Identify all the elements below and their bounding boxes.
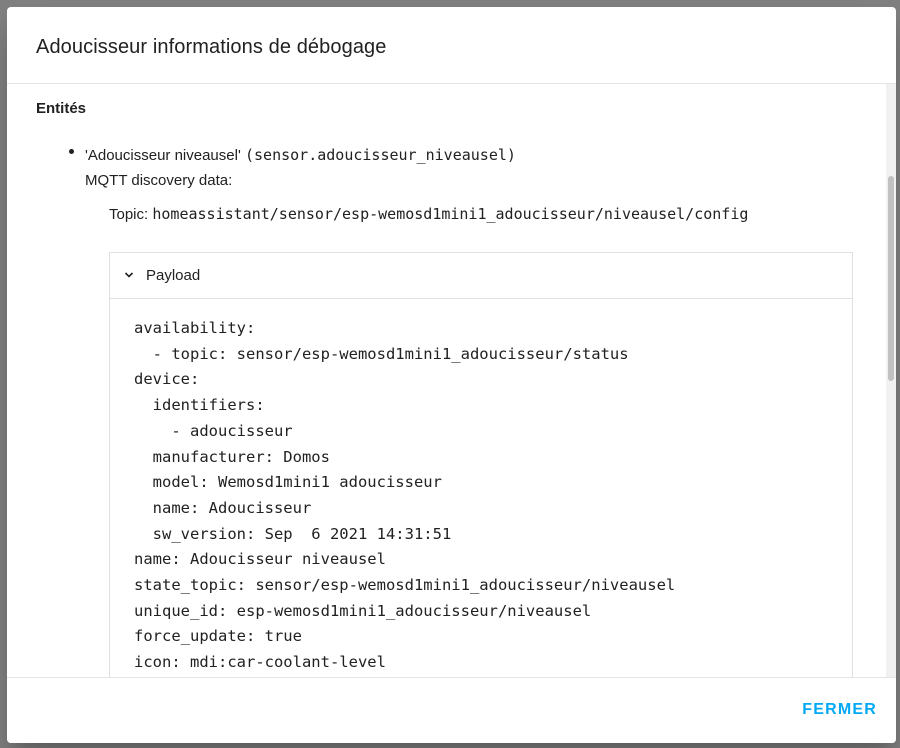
scrollbar[interactable] bbox=[886, 84, 896, 677]
list-bullet bbox=[69, 149, 74, 154]
payload-line: state_topic: sensor/esp-wemosd1mini1_ado… bbox=[134, 576, 676, 595]
scrollbar-thumb[interactable] bbox=[888, 176, 894, 381]
payload-yaml: availability: - topic: sensor/esp-wemosd… bbox=[134, 316, 675, 677]
payload-line: name: Adoucisseur bbox=[134, 498, 312, 517]
payload-line: manufacturer: Domos bbox=[134, 447, 330, 466]
chevron-down-icon bbox=[124, 272, 134, 278]
payload-line: unique_id: esp-wemosd1mini1_adoucisseur/… bbox=[134, 601, 592, 620]
entity-id: (sensor.adoucisseur_niveausel) bbox=[245, 146, 516, 164]
mqtt-discovery-label: MQTT discovery data: bbox=[85, 172, 233, 189]
topic-label: Topic: bbox=[109, 206, 149, 223]
payload-line: device: bbox=[134, 370, 200, 389]
payload-toggle[interactable]: Payload bbox=[110, 253, 852, 299]
entity-name: 'Adoucisseur niveausel' bbox=[85, 147, 241, 164]
payload-line: availability: bbox=[134, 319, 256, 337]
debug-info-dialog: Adoucisseur informations de débogage Ent… bbox=[7, 7, 896, 743]
payload-line: force_update: true bbox=[134, 627, 302, 646]
payload-line: icon: mdi:car-coolant-level bbox=[134, 653, 386, 672]
entity-list-item: 'Adoucisseur niveausel' (sensor.adouciss… bbox=[85, 146, 516, 164]
payload-label: Payload bbox=[146, 267, 201, 284]
entities-section-title: Entités bbox=[36, 100, 87, 117]
payload-line: identifiers: bbox=[134, 396, 265, 415]
payload-line: - topic: sensor/esp-wemosd1mini1_adoucis… bbox=[134, 344, 629, 363]
topic-value: homeassistant/sensor/esp-wemosd1mini1_ad… bbox=[152, 205, 749, 223]
close-button[interactable]: FERMER bbox=[802, 697, 877, 723]
dialog-content[interactable]: Entités 'Adoucisseur niveausel' (sensor.… bbox=[7, 84, 886, 677]
payload-line: - adoucisseur bbox=[134, 421, 293, 440]
dialog-footer: FERMER bbox=[7, 677, 896, 743]
dialog-header: Adoucisseur informations de débogage bbox=[7, 7, 896, 84]
payload-line: name: Adoucisseur niveausel bbox=[134, 550, 386, 569]
payload-line: sw_version: Sep 6 2021 14:31:51 bbox=[134, 524, 452, 543]
payload-line: model: Wemosd1mini1 adoucisseur bbox=[134, 473, 442, 492]
topic-line: Topic: homeassistant/sensor/esp-wemosd1m… bbox=[109, 201, 829, 228]
dialog-title: Adoucisseur informations de débogage bbox=[36, 36, 387, 58]
payload-expansion-panel: Payload availability: - topic: sensor/es… bbox=[109, 252, 853, 677]
